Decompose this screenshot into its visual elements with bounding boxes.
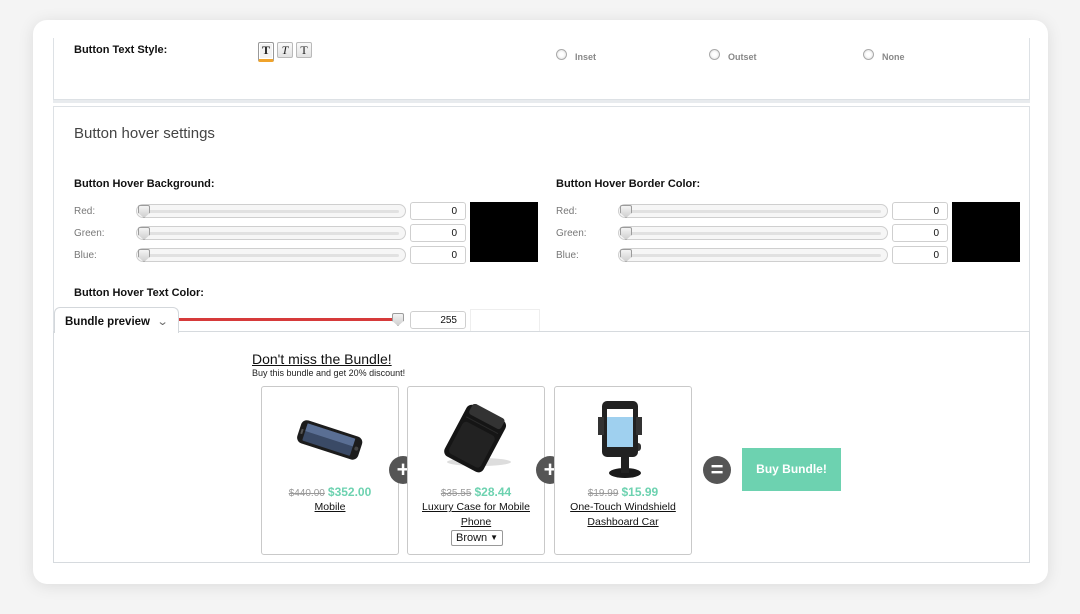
- car-mount-image: [555, 395, 691, 483]
- slider-label: Red:: [556, 205, 578, 217]
- border-green-row: Green: 0: [556, 224, 948, 242]
- border-green-slider[interactable]: [618, 226, 888, 240]
- product-card: $35.55 $28.44 Luxury Case for Mobile Pho…: [407, 386, 545, 555]
- text-style-panel: Button Text Style: T T T Inset Outset No…: [53, 38, 1030, 100]
- bg-green-input[interactable]: 0: [410, 224, 466, 242]
- normal-style-button[interactable]: T: [296, 42, 312, 58]
- hover-text-color-label: Button Hover Text Color:: [74, 287, 204, 299]
- hover-settings-panel: Button hover settings Button Hover Backg…: [53, 106, 1030, 332]
- product-card: $19.99 $15.99 One-Touch Windshield Dashb…: [554, 386, 692, 555]
- bundle-subtitle: Buy this bundle and get 20% discount!: [252, 368, 406, 378]
- slider-label: Green:: [556, 227, 587, 239]
- slider-thumb[interactable]: [620, 249, 632, 262]
- slider-label: Blue:: [74, 249, 97, 261]
- radio-outset[interactable]: Outset: [709, 49, 757, 62]
- radio-circle-icon[interactable]: [863, 49, 874, 60]
- bold-style-button[interactable]: T: [258, 42, 274, 62]
- bundle-preview-tab[interactable]: Bundle preview ⌄: [54, 307, 179, 333]
- border-red-row: Red: 0: [556, 202, 948, 220]
- product-name-link[interactable]: One-Touch Windshield Dashboard Car: [565, 500, 681, 530]
- hover-border-label: Button Hover Border Color:: [556, 178, 701, 190]
- equals-icon: =: [703, 456, 731, 484]
- color-select[interactable]: Brown ▼: [451, 530, 503, 546]
- border-blue-row: Blue: 0: [556, 246, 948, 264]
- border-green-input[interactable]: 0: [892, 224, 948, 242]
- radio-outset-label: Outset: [728, 52, 757, 62]
- text-style-buttons: T T T: [258, 42, 312, 62]
- border-blue-input[interactable]: 0: [892, 246, 948, 264]
- bg-blue-row: Blue: 0: [74, 246, 466, 264]
- radio-none-label: None: [882, 52, 905, 62]
- slider-thumb[interactable]: [138, 227, 150, 240]
- slider-label: Blue:: [556, 249, 579, 261]
- slider-thumb[interactable]: [138, 249, 150, 262]
- bg-green-row: Green: 0: [74, 224, 466, 242]
- bundle-title: Don't miss the Bundle!: [252, 351, 392, 367]
- chevron-down-icon: ⌄: [156, 316, 169, 328]
- product-card: $440.00 $352.00 Mobile: [261, 386, 399, 555]
- old-price: $440.00: [288, 488, 325, 499]
- bg-red-slider[interactable]: [136, 204, 406, 218]
- bg-blue-input[interactable]: 0: [410, 246, 466, 264]
- slider-thumb[interactable]: [620, 227, 632, 240]
- chevron-down-icon: ▼: [490, 533, 498, 542]
- text-color-swatch: [470, 309, 540, 331]
- section-title: Button hover settings: [74, 125, 215, 142]
- radio-circle-icon[interactable]: [556, 49, 567, 60]
- radio-none[interactable]: None: [863, 49, 905, 62]
- new-price: $15.99: [621, 485, 659, 499]
- product-name-link[interactable]: Mobile: [272, 500, 388, 515]
- hover-background-label: Button Hover Background:: [74, 178, 215, 190]
- new-price: $28.44: [474, 485, 512, 499]
- radio-inset-label: Inset: [575, 52, 597, 62]
- radio-inset[interactable]: Inset: [556, 49, 597, 62]
- text-style-label: Button Text Style:: [74, 44, 168, 56]
- bundle-preview: Don't miss the Bundle! Buy this bundle a…: [53, 331, 1030, 563]
- new-price: $352.00: [327, 485, 372, 499]
- bg-red-row: Red: 0: [74, 202, 466, 220]
- slider-label: Red:: [74, 205, 96, 217]
- leather-case-image: [408, 395, 544, 483]
- italic-style-button[interactable]: T: [277, 42, 293, 58]
- text-red-input[interactable]: 255: [410, 311, 466, 329]
- border-color-swatch: [952, 202, 1020, 262]
- color-select-value: Brown: [456, 532, 488, 544]
- buy-bundle-button[interactable]: Buy Bundle!: [742, 448, 841, 491]
- bg-green-slider[interactable]: [136, 226, 406, 240]
- old-price: $35.55: [440, 488, 472, 499]
- border-red-input[interactable]: 0: [892, 202, 948, 220]
- slider-thumb[interactable]: [392, 313, 404, 326]
- bg-color-swatch: [470, 202, 538, 262]
- bg-red-input[interactable]: 0: [410, 202, 466, 220]
- slider-thumb[interactable]: [138, 205, 150, 218]
- bg-blue-slider[interactable]: [136, 248, 406, 262]
- tab-label: Bundle preview: [65, 316, 150, 328]
- product-name-link[interactable]: Luxury Case for Mobile Phone: [418, 500, 534, 530]
- border-blue-slider[interactable]: [618, 248, 888, 262]
- phone-image: [262, 395, 398, 483]
- slider-thumb[interactable]: [620, 205, 632, 218]
- old-price: $19.99: [587, 488, 619, 499]
- radio-circle-icon[interactable]: [709, 49, 720, 60]
- settings-card: Button Text Style: T T T Inset Outset No…: [33, 20, 1048, 584]
- border-red-slider[interactable]: [618, 204, 888, 218]
- slider-label: Green:: [74, 227, 105, 239]
